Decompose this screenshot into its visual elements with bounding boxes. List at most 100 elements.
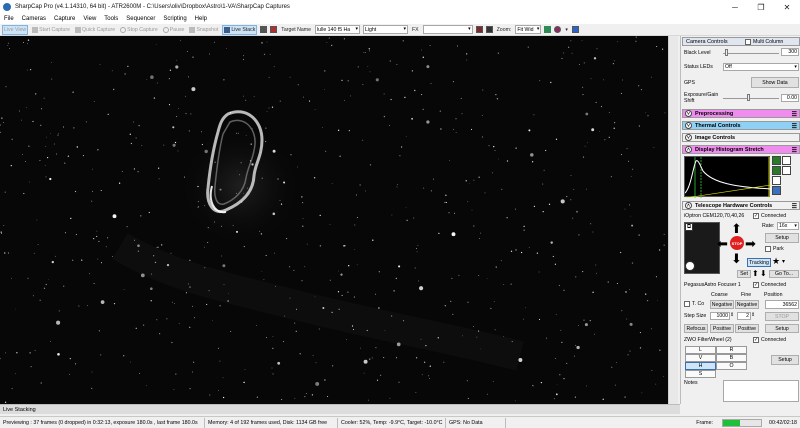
chevron-down-icon[interactable]: ▾ (782, 258, 785, 265)
stop-button[interactable]: STOP (730, 236, 744, 250)
menu-file[interactable]: File (0, 16, 18, 22)
focuser-position-input[interactable]: 36562 (765, 300, 799, 309)
arrow-down-icon[interactable]: ⬇ (731, 252, 742, 265)
pause-button[interactable]: Pause (162, 25, 186, 35)
menu-sequencer[interactable]: Sequencer (122, 16, 159, 22)
coarse-positive-button[interactable]: Positive (710, 324, 734, 333)
image-controls-header[interactable]: ˅ Image Controls (682, 133, 800, 142)
target-icon[interactable] (685, 261, 695, 271)
stepper-icon[interactable]: ⇕ (730, 312, 734, 318)
live-stack-button[interactable]: Live Stack (222, 24, 258, 35)
telescope-hardware-header[interactable]: ˄ Telescope Hardware Controls ☰ (682, 201, 800, 210)
filter-v-button[interactable]: V (685, 354, 716, 362)
auto-stretch-icon[interactable] (772, 156, 781, 165)
reticle-icon[interactable] (554, 26, 562, 33)
menu-scripting[interactable]: Scripting (159, 16, 190, 22)
live-stacking-tab[interactable]: Live Stacking (0, 404, 680, 414)
reset-icon[interactable] (772, 176, 781, 185)
filter-o-button[interactable]: O (716, 362, 747, 370)
color-swatch-icon[interactable] (475, 26, 483, 33)
fx-combo[interactable]: ▾ (422, 25, 473, 34)
arrow-up-small-icon[interactable]: ⬆ (752, 269, 759, 278)
start-capture-button[interactable]: Start Capture (31, 25, 71, 35)
mount-connected-checkbox[interactable]: ✓ (753, 213, 759, 219)
black-level-slider-thumb[interactable] (725, 49, 728, 56)
black-level-input[interactable]: 300 (781, 48, 799, 56)
filter-b-button[interactable]: B (716, 354, 747, 362)
focuser-connected-checkbox[interactable]: ✓ (753, 282, 759, 288)
tool-icon[interactable] (571, 26, 579, 33)
close-button[interactable]: ✕ (774, 0, 800, 14)
hamburger-icon[interactable]: ☰ (792, 147, 797, 154)
filter-l-button[interactable]: L (685, 346, 716, 354)
live-view-button[interactable]: Live View (2, 24, 29, 35)
lightning-icon[interactable] (772, 166, 781, 175)
hamburger-icon[interactable]: ☰ (792, 203, 797, 210)
filter-h-button[interactable]: H (685, 362, 716, 370)
histogram-icon[interactable] (544, 26, 552, 33)
coarse-step-input[interactable]: 1000 (710, 312, 730, 320)
camera-controls-header[interactable]: Camera Controls Multi Column (682, 37, 800, 46)
settings-icon[interactable] (782, 166, 791, 175)
menu-view[interactable]: View (79, 16, 100, 22)
arrow-down-small-icon[interactable]: ⬇ (760, 269, 767, 278)
snapshot-button[interactable]: Snapshot (188, 25, 219, 35)
display-toggle-icon[interactable]: ⧉ (685, 223, 693, 231)
rate-select[interactable]: 16x ▾ (777, 222, 799, 230)
image-vertical-scrollbar[interactable] (668, 36, 678, 404)
focuser-setup-button[interactable]: Setup (765, 324, 799, 333)
filter-r-button[interactable]: R (716, 346, 747, 354)
coarse-negative-button[interactable]: Negative (710, 300, 734, 309)
park-checkbox[interactable] (765, 246, 771, 252)
exposure-gain-slider-track[interactable] (723, 98, 779, 99)
black-level-slider-track[interactable] (723, 53, 779, 54)
hamburger-icon[interactable]: ☰ (792, 123, 797, 130)
maximize-button[interactable]: ❐ (748, 0, 774, 14)
status-leds-select[interactable]: Off ▾ (723, 63, 799, 71)
arrow-up-icon[interactable]: ⬆ (731, 222, 742, 235)
menu-help[interactable]: Help (191, 16, 211, 22)
fine-positive-button[interactable]: Positive (735, 324, 759, 333)
image-preview[interactable] (0, 36, 668, 404)
fine-step-input[interactable]: 2 (737, 312, 751, 320)
arrow-left-icon[interactable]: ⬅ (717, 237, 728, 250)
multi-column-checkbox[interactable] (745, 39, 751, 45)
thermal-controls-header[interactable]: ˅ Thermal Controls ☰ (682, 121, 800, 130)
stepper-icon[interactable]: ⇕ (751, 312, 755, 318)
show-data-button[interactable]: Show Data (751, 77, 799, 88)
refocus-button[interactable]: Refocus (684, 324, 708, 333)
focuser-stop-button[interactable]: STOP (765, 312, 799, 321)
menu-capture[interactable]: Capture (50, 16, 79, 22)
notes-textarea[interactable] (723, 380, 799, 402)
record-icon[interactable] (270, 26, 278, 33)
frame-type-combo[interactable]: Light ▾ (363, 25, 408, 34)
menu-tools[interactable]: Tools (100, 16, 122, 22)
filterwheel-setup-button[interactable]: Setup (771, 355, 799, 365)
info-icon[interactable] (782, 156, 791, 165)
menu-cameras[interactable]: Cameras (18, 16, 50, 22)
display-histogram-header[interactable]: ˄ Display Histogram Stretch ☰ (682, 145, 800, 154)
crosshair-toggle-icon[interactable] (485, 26, 493, 33)
tracking-button[interactable]: Tracking (747, 258, 771, 267)
exposure-gain-slider-thumb[interactable] (747, 94, 750, 101)
filterwheel-connected-checkbox[interactable]: ✓ (753, 337, 759, 343)
stop-capture-button[interactable]: Stop Capture (119, 25, 159, 35)
fine-negative-button[interactable]: Negative (735, 300, 759, 309)
reticle-dropdown-icon[interactable]: ▾ (564, 25, 569, 35)
quick-capture-button[interactable]: Quick Capture (74, 25, 116, 35)
zoom-combo[interactable]: Fit Wid ▾ (515, 25, 542, 34)
temperature-comp-checkbox[interactable] (684, 301, 690, 307)
star-icon[interactable]: ★ (772, 256, 780, 266)
filter-s-button[interactable]: S (685, 370, 716, 378)
preprocessing-header[interactable]: ˅ Preprocessing ☰ (682, 109, 800, 118)
arrow-right-icon[interactable]: ➡ (745, 237, 756, 250)
exposure-gain-input[interactable]: 0.00 (781, 94, 799, 102)
mount-setup-button[interactable]: Setup (765, 233, 799, 243)
save-icon[interactable] (772, 186, 781, 195)
goto-button[interactable]: Go To... (769, 270, 799, 278)
histogram-plot[interactable] (684, 156, 772, 199)
set-button[interactable]: Set (737, 270, 751, 278)
display-icon[interactable] (260, 26, 268, 33)
hamburger-icon[interactable]: ☰ (792, 111, 797, 118)
minimize-button[interactable]: ─ (722, 0, 748, 14)
